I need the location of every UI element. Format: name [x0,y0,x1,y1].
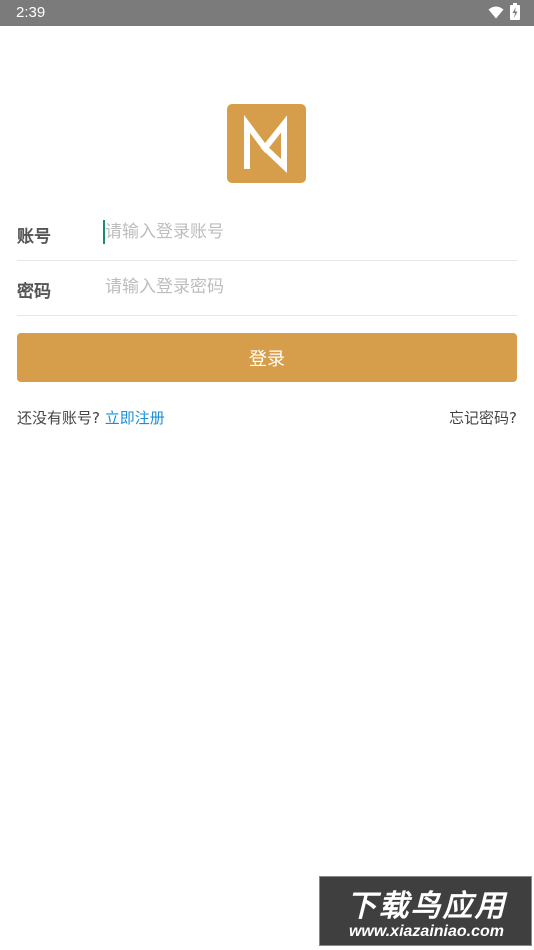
battery-charging-icon [510,2,520,24]
register-link[interactable]: 立即注册 [105,409,165,427]
no-account-text: 还没有账号? [17,409,100,427]
watermark-title: 下载鸟应用 [346,889,507,924]
password-row: 密码 [17,260,517,316]
m-logo-icon [227,104,306,183]
forgot-password-link[interactable]: 忘记密码? [449,407,517,428]
account-label: 账号 [17,227,51,247]
wifi-icon [488,4,504,23]
register-line: 还没有账号? 立即注册 [17,407,165,428]
status-icons [488,2,520,24]
login-screen: 2:39 账号 密码 [0,0,534,950]
app-logo [227,104,306,183]
watermark: 下载鸟应用 www.xiazainiao.com [319,876,532,946]
password-label: 密码 [17,282,51,302]
password-input[interactable] [103,272,505,302]
status-bar: 2:39 [0,0,534,26]
account-input[interactable] [103,217,505,247]
login-button[interactable]: 登录 [17,333,517,382]
account-row: 账号 [17,205,517,261]
status-time: 2:39 [16,4,46,21]
watermark-url: www.xiazainiao.com [348,923,504,940]
